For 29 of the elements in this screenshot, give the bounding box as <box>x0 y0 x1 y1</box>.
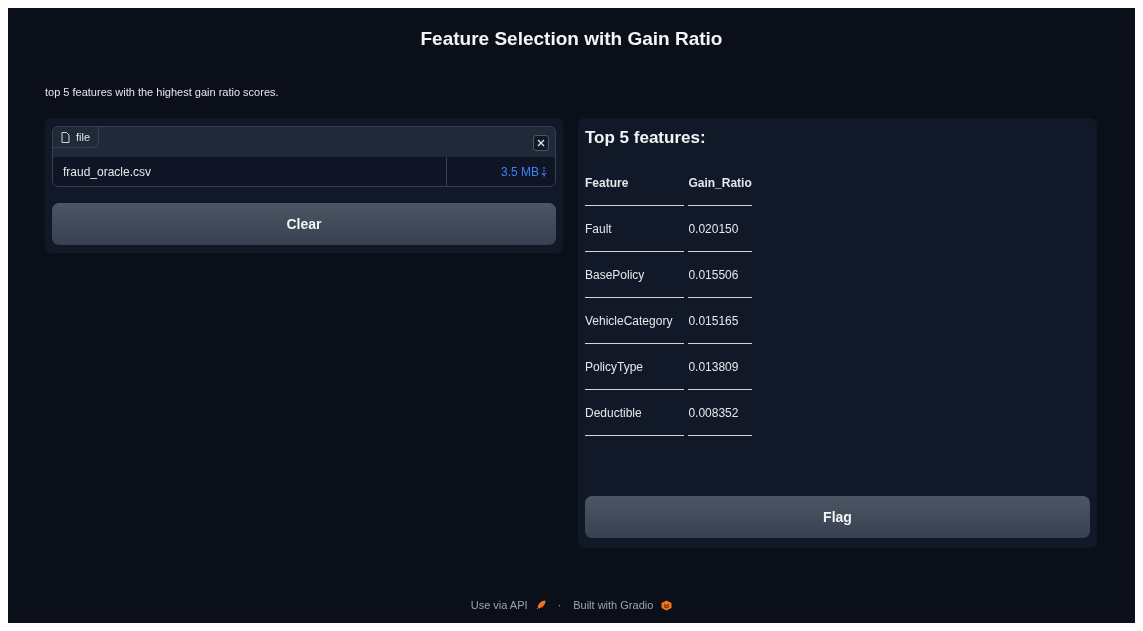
column-header: Gain_Ratio <box>688 160 752 206</box>
gradio-link[interactable]: Built with Gradio <box>573 599 654 611</box>
table-cell: BasePolicy <box>585 252 685 298</box>
column-header: Feature <box>585 160 685 206</box>
clear-button[interactable]: Clear <box>52 203 556 245</box>
rocket-icon <box>535 600 546 610</box>
close-button[interactable] <box>533 135 549 151</box>
table-cell: 0.013809 <box>688 344 752 390</box>
table-cell: 0.020150 <box>688 206 752 252</box>
download-icon[interactable] <box>541 166 547 177</box>
output-heading: Top 5 features: <box>585 128 706 148</box>
file-icon <box>61 131 70 143</box>
gradio-logo-icon <box>661 599 673 611</box>
table-cell: 0.015165 <box>688 298 752 344</box>
table-cell: VehicleCategory <box>585 298 685 344</box>
description-text: top 5 features with the highest gain ratio scores. <box>45 86 279 98</box>
separator-dot: · <box>557 599 562 611</box>
file-label: file <box>53 127 100 148</box>
file-name: fraud_oracle.csv <box>62 164 153 179</box>
table-cell: Fault <box>585 206 685 252</box>
close-icon[interactable] <box>537 139 545 147</box>
table-cell: 0.008352 <box>688 390 752 436</box>
table-cell: 0.015506 <box>688 252 752 298</box>
flag-button[interactable]: Flag <box>585 496 1090 538</box>
file-size[interactable]: 3.5 MB <box>501 164 539 179</box>
api-link[interactable]: Use via API <box>470 599 528 611</box>
table-cell: PolicyType <box>585 344 685 390</box>
page-title: Feature Selection with Gain Ratio <box>420 28 723 51</box>
table-cell: Deductible <box>585 390 685 436</box>
